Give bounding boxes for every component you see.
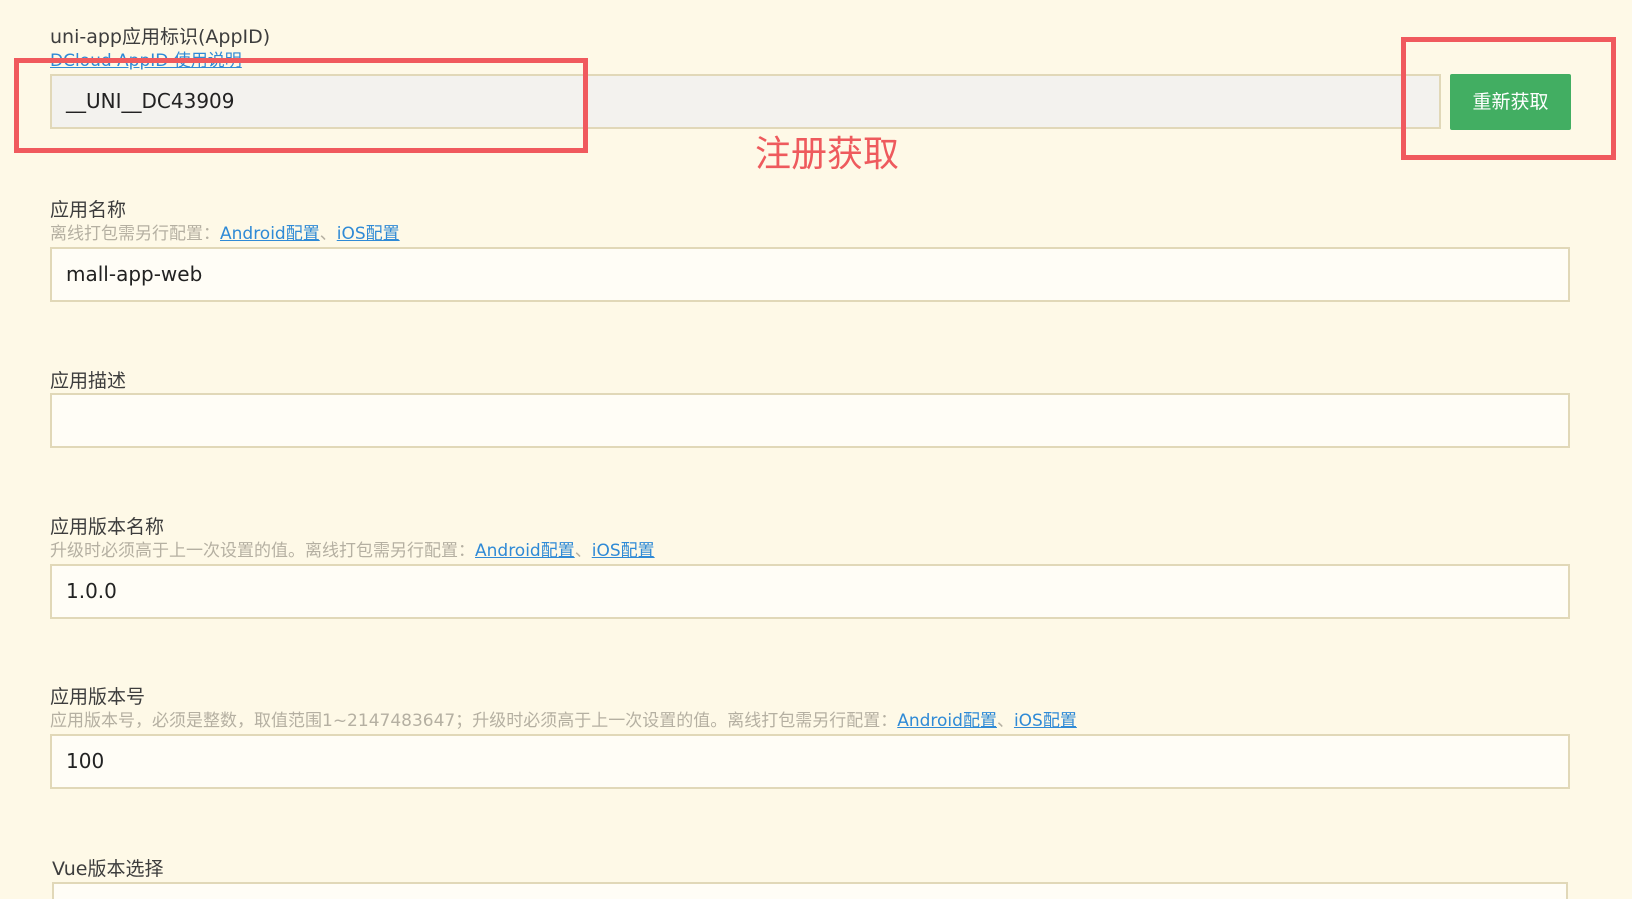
version-name-hint-text: 升级时必须高于上一次设置的值。离线打包需另行配置： — [50, 541, 475, 561]
vue-version-label: Vue版本选择 — [52, 858, 164, 880]
version-code-android-link[interactable]: Android配置 — [897, 711, 997, 731]
version-name-ios-link[interactable]: iOS配置 — [592, 541, 655, 561]
annotation-box-appid — [14, 58, 588, 153]
version-code-hint: 应用版本号，必须是整数，取值范围1~2147483647；升级时必须高于上一次设… — [50, 711, 1077, 731]
app-name-android-link[interactable]: Android配置 — [220, 224, 320, 244]
version-name-hint: 升级时必须高于上一次设置的值。离线打包需另行配置：Android配置、iOS配置 — [50, 541, 655, 561]
version-code-label: 应用版本号 — [50, 686, 146, 708]
annotation-text: 注册获取 — [755, 134, 900, 175]
version-code-separator: 、 — [996, 711, 1014, 731]
app-name-label: 应用名称 — [50, 199, 127, 221]
annotation-box-button — [1401, 37, 1616, 160]
app-name-input[interactable]: mall-app-web — [50, 247, 1570, 302]
app-name-separator: 、 — [319, 224, 337, 244]
version-code-hint-text: 应用版本号，必须是整数，取值范围1~2147483647；升级时必须高于上一次设… — [50, 711, 898, 731]
app-name-ios-link[interactable]: iOS配置 — [337, 224, 400, 244]
app-desc-label: 应用描述 — [50, 370, 127, 392]
appid-label: uni-app应用标识(AppID) — [50, 26, 271, 48]
app-name-hint: 离线打包需另行配置：Android配置、iOS配置 — [50, 224, 400, 244]
version-code-input[interactable]: 100 — [50, 734, 1570, 789]
version-name-separator: 、 — [574, 541, 592, 561]
version-name-label: 应用版本名称 — [50, 516, 165, 538]
version-name-android-link[interactable]: Android配置 — [475, 541, 575, 561]
app-desc-input[interactable] — [50, 393, 1570, 448]
version-code-ios-link[interactable]: iOS配置 — [1014, 711, 1077, 731]
version-name-input[interactable]: 1.0.0 — [50, 564, 1570, 619]
app-name-hint-text: 离线打包需另行配置： — [50, 224, 220, 244]
vue-version-select[interactable] — [52, 882, 1568, 899]
manifest-basic-settings: uni-app应用标识(AppID) DCloud AppID 使用说明 __U… — [0, 0, 1632, 899]
